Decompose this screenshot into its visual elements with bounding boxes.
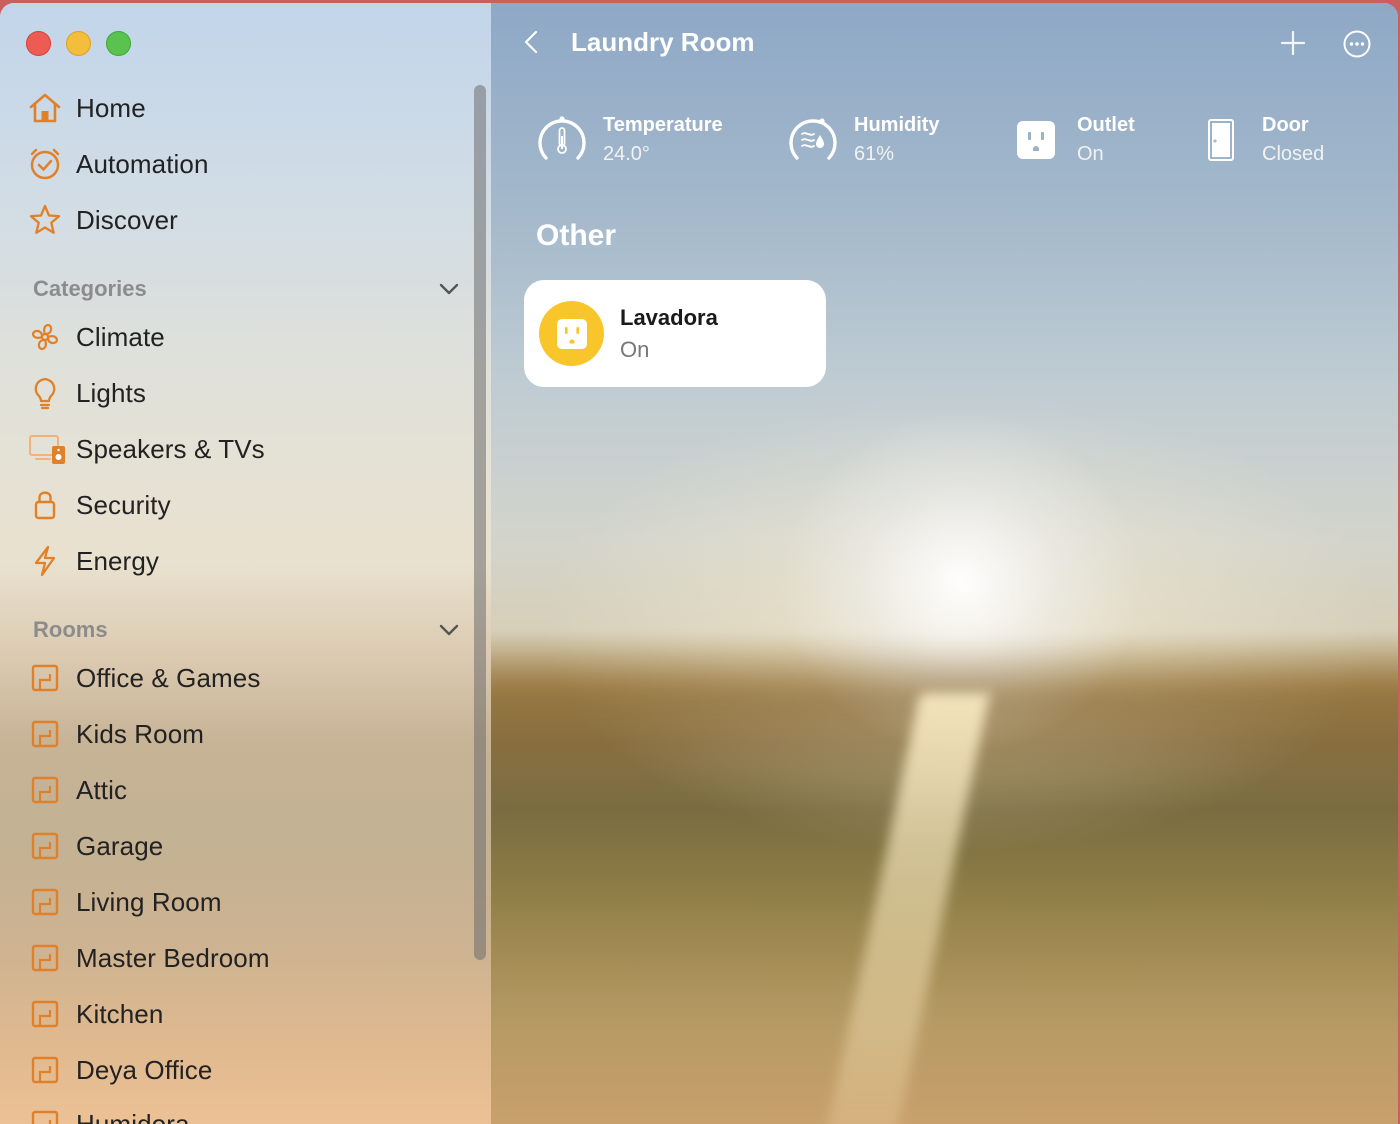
chevron-left-icon — [524, 30, 538, 59]
sidebar-item-energy[interactable]: Energy — [28, 538, 468, 584]
status-label: Humidity — [854, 114, 940, 136]
plus-icon — [1279, 30, 1307, 61]
room-icon — [28, 826, 76, 866]
sidebar-item-room[interactable]: Office & Games — [28, 655, 468, 701]
chevron-down-icon[interactable] — [435, 616, 463, 644]
sidebar-item-room[interactable]: Garage — [28, 823, 468, 869]
chevron-down-icon[interactable] — [435, 275, 463, 303]
sidebar-item-label: Security — [76, 489, 171, 520]
room-icon — [28, 770, 76, 810]
sidebar-item-label: Home — [76, 92, 146, 123]
lock-icon — [28, 485, 76, 525]
sidebar-item-label: Discover — [76, 204, 178, 235]
sidebar-item-room[interactable]: Living Room — [28, 879, 468, 925]
app-window: Home Automation Discover Categories Clim… — [0, 3, 1398, 1124]
sidebar-item-label: Master Bedroom — [76, 942, 270, 973]
add-button[interactable] — [1279, 29, 1307, 57]
sidebar-item-label: Lights — [76, 377, 146, 408]
sidebar-scrollbar[interactable] — [474, 85, 486, 960]
sidebar-item-label: Kitchen — [76, 998, 164, 1029]
sidebar: Home Automation Discover Categories Clim… — [0, 3, 491, 1124]
humidity-gauge-icon — [784, 111, 842, 169]
room-icon — [28, 1050, 76, 1090]
more-options-button[interactable] — [1342, 29, 1372, 59]
categories-header[interactable]: Categories — [33, 273, 463, 305]
sidebar-item-automation[interactable]: Automation — [28, 141, 468, 187]
status-outlet[interactable]: Outlet On — [1007, 108, 1135, 172]
minimize-window-button[interactable] — [66, 31, 91, 56]
sidebar-item-label: Office & Games — [76, 662, 261, 693]
accessory-name: Lavadora — [620, 304, 718, 330]
sidebar-item-label: Kids Room — [76, 718, 205, 749]
room-icon — [28, 658, 76, 698]
sidebar-item-label: Living Room — [76, 886, 222, 917]
sidebar-item-room[interactable]: Deya Office — [28, 1047, 468, 1093]
accessory-tile-lavadora[interactable]: Lavadora On — [524, 280, 826, 387]
close-window-button[interactable] — [26, 31, 51, 56]
sidebar-item-label: Energy — [76, 545, 159, 576]
section-title: Other — [536, 219, 617, 252]
sidebar-item-label: Climate — [76, 321, 165, 352]
sidebar-item-label: Humidora — [76, 1108, 190, 1124]
status-humidity[interactable]: Humidity 61% — [784, 108, 940, 172]
tv-speaker-icon — [28, 429, 76, 469]
sidebar-item-security[interactable]: Security — [28, 482, 468, 528]
house-icon — [28, 88, 76, 128]
status-door[interactable]: Door Closed — [1192, 108, 1324, 172]
sidebar-item-room[interactable]: Humidora — [28, 1101, 468, 1124]
room-icon — [28, 882, 76, 922]
sidebar-item-room[interactable]: Kitchen — [28, 991, 468, 1037]
rooms-header[interactable]: Rooms — [33, 614, 463, 646]
sidebar-item-label: Attic — [76, 774, 128, 805]
room-icon — [28, 994, 76, 1034]
outlet-icon — [1007, 111, 1065, 169]
star-icon — [28, 200, 76, 240]
sidebar-item-label: Garage — [76, 830, 164, 861]
sidebar-item-label: Automation — [76, 148, 209, 179]
bolt-icon — [28, 541, 76, 581]
clock-check-icon — [28, 144, 76, 184]
sidebar-item-room[interactable]: Master Bedroom — [28, 935, 468, 981]
outlet-icon — [539, 301, 604, 366]
sidebar-item-lights[interactable]: Lights — [28, 370, 468, 416]
sidebar-item-label: Speakers & TVs — [76, 433, 265, 464]
room-icon — [28, 714, 76, 754]
room-icon — [28, 938, 76, 978]
sidebar-item-home[interactable]: Home — [28, 85, 468, 131]
status-value: Closed — [1262, 143, 1325, 165]
sidebar-item-room[interactable]: Attic — [28, 767, 468, 813]
status-value: 61% — [854, 143, 895, 165]
thermometer-gauge-icon — [533, 111, 591, 169]
room-view: Laundry Room Temperature 24.0° Humidity … — [491, 3, 1398, 1124]
section-title: Categories — [33, 276, 147, 301]
sidebar-item-room[interactable]: Kids Room — [28, 711, 468, 757]
status-temperature[interactable]: Temperature 24.0° — [533, 108, 723, 172]
lightbulb-icon — [28, 373, 76, 413]
door-icon — [1192, 111, 1250, 169]
status-value: 24.0° — [603, 143, 650, 165]
sidebar-item-speakers-tvs[interactable]: Speakers & TVs — [28, 426, 468, 472]
accessory-state: On — [620, 336, 650, 362]
page-title: Laundry Room — [571, 27, 755, 57]
zoom-window-button[interactable] — [106, 31, 131, 56]
status-label: Temperature — [603, 114, 723, 136]
back-button[interactable] — [519, 29, 543, 59]
fan-icon — [28, 317, 76, 357]
section-title: Rooms — [33, 617, 108, 642]
status-label: Outlet — [1077, 114, 1135, 136]
sidebar-item-label: Deya Office — [76, 1054, 213, 1085]
status-value: On — [1077, 143, 1104, 165]
sidebar-item-discover[interactable]: Discover — [28, 197, 468, 243]
sidebar-item-climate[interactable]: Climate — [28, 314, 468, 360]
status-label: Door — [1262, 114, 1309, 136]
room-icon — [28, 1104, 76, 1124]
ellipsis-circle-icon — [1342, 30, 1372, 63]
